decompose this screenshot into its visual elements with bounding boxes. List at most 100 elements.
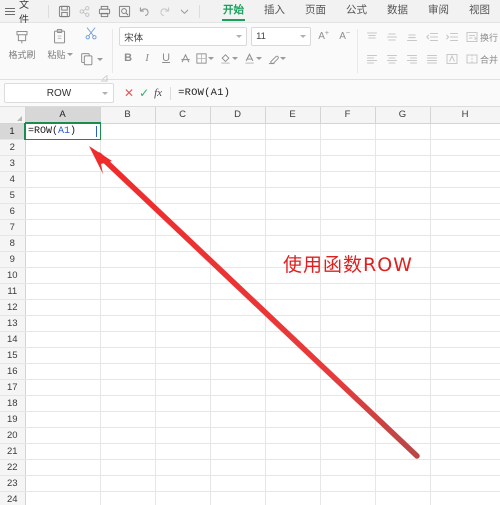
- wrap-text-button[interactable]: 换行: [465, 30, 498, 44]
- cell-E2[interactable]: [265, 139, 321, 156]
- cell-B13[interactable]: [100, 315, 156, 332]
- clear-format-button[interactable]: [267, 49, 287, 67]
- cell-D5[interactable]: [210, 187, 266, 204]
- cell-D16[interactable]: [210, 363, 266, 380]
- cell-D23[interactable]: [210, 475, 266, 492]
- cut-button[interactable]: [83, 25, 100, 47]
- chevron-down-icon[interactable]: [97, 57, 103, 61]
- cell-A4[interactable]: [25, 171, 101, 188]
- cell-B9[interactable]: [100, 251, 156, 268]
- font-family-select[interactable]: 宋体: [119, 27, 248, 46]
- row-header-11[interactable]: 11: [0, 283, 26, 300]
- merge-cells-button[interactable]: 合并: [465, 52, 498, 66]
- cell-H3[interactable]: [430, 155, 500, 172]
- cell-D4[interactable]: [210, 171, 266, 188]
- row-header-17[interactable]: 17: [0, 379, 26, 396]
- cell-B2[interactable]: [100, 139, 156, 156]
- row-header-1[interactable]: 1: [0, 123, 26, 140]
- cell-B5[interactable]: [100, 187, 156, 204]
- cell-A18[interactable]: [25, 395, 101, 412]
- cell-F3[interactable]: [320, 155, 376, 172]
- cell-C18[interactable]: [155, 395, 211, 412]
- cell-G2[interactable]: [375, 139, 431, 156]
- cell-D15[interactable]: [210, 347, 266, 364]
- cell-F20[interactable]: [320, 427, 376, 444]
- cell-E24[interactable]: [265, 491, 321, 505]
- cell-G16[interactable]: [375, 363, 431, 380]
- cell-H11[interactable]: [430, 283, 500, 300]
- cell-C5[interactable]: [155, 187, 211, 204]
- cell-C10[interactable]: [155, 267, 211, 284]
- cell-D13[interactable]: [210, 315, 266, 332]
- strikethrough-button[interactable]: [176, 49, 194, 67]
- row-header-8[interactable]: 8: [0, 235, 26, 252]
- align-top-icon[interactable]: [363, 28, 381, 46]
- cell-F21[interactable]: [320, 443, 376, 460]
- row-header-13[interactable]: 13: [0, 315, 26, 332]
- cell-A13[interactable]: [25, 315, 101, 332]
- cell-A14[interactable]: [25, 331, 101, 348]
- cell-D17[interactable]: [210, 379, 266, 396]
- cell-C14[interactable]: [155, 331, 211, 348]
- chevron-down-icon[interactable]: [208, 56, 215, 60]
- column-header-c[interactable]: C: [155, 107, 211, 124]
- cell-C1[interactable]: [155, 123, 211, 140]
- increase-font-size-button[interactable]: A +: [315, 28, 332, 45]
- row-header-3[interactable]: 3: [0, 155, 26, 172]
- tab-review[interactable]: 审阅: [418, 0, 459, 22]
- name-box[interactable]: ROW: [4, 83, 114, 103]
- cell-A16[interactable]: [25, 363, 101, 380]
- cell-A24[interactable]: [25, 491, 101, 505]
- cell-D2[interactable]: [210, 139, 266, 156]
- chevron-down-icon[interactable]: [66, 53, 73, 56]
- cell-B4[interactable]: [100, 171, 156, 188]
- cell-A2[interactable]: [25, 139, 101, 156]
- cell-H24[interactable]: [430, 491, 500, 505]
- cell-E4[interactable]: [265, 171, 321, 188]
- cell-E5[interactable]: [265, 187, 321, 204]
- cell-D9[interactable]: [210, 251, 266, 268]
- cell-H21[interactable]: [430, 443, 500, 460]
- cell-E21[interactable]: [265, 443, 321, 460]
- cell-A15[interactable]: [25, 347, 101, 364]
- cell-C2[interactable]: [155, 139, 211, 156]
- cell-D7[interactable]: [210, 219, 266, 236]
- cell-F6[interactable]: [320, 203, 376, 220]
- cell-B16[interactable]: [100, 363, 156, 380]
- undo-icon[interactable]: [134, 1, 154, 21]
- cell-E17[interactable]: [265, 379, 321, 396]
- row-header-21[interactable]: 21: [0, 443, 26, 460]
- cell-D24[interactable]: [210, 491, 266, 505]
- cell-D6[interactable]: [210, 203, 266, 220]
- cell-G7[interactable]: [375, 219, 431, 236]
- cell-H1[interactable]: [430, 123, 500, 140]
- cell-B11[interactable]: [100, 283, 156, 300]
- cell-F1[interactable]: [320, 123, 376, 140]
- cell-A1[interactable]: =ROW(A1): [25, 123, 101, 140]
- cell-G12[interactable]: [375, 299, 431, 316]
- copy-button[interactable]: [79, 51, 103, 67]
- cell-E19[interactable]: [265, 411, 321, 428]
- cell-F8[interactable]: [320, 235, 376, 252]
- increase-indent-icon[interactable]: [443, 28, 461, 46]
- decrease-indent-icon[interactable]: [423, 28, 441, 46]
- insert-function-icon[interactable]: fx: [154, 87, 162, 99]
- row-header-2[interactable]: 2: [0, 139, 26, 156]
- cell-C8[interactable]: [155, 235, 211, 252]
- redo-icon[interactable]: [154, 1, 174, 21]
- cell-G15[interactable]: [375, 347, 431, 364]
- cell-B14[interactable]: [100, 331, 156, 348]
- cell-F19[interactable]: [320, 411, 376, 428]
- cell-D8[interactable]: [210, 235, 266, 252]
- cell-F12[interactable]: [320, 299, 376, 316]
- cell-E23[interactable]: [265, 475, 321, 492]
- cell-F16[interactable]: [320, 363, 376, 380]
- fill-color-button[interactable]: [219, 49, 239, 67]
- cell-C15[interactable]: [155, 347, 211, 364]
- cell-D18[interactable]: [210, 395, 266, 412]
- cell-D3[interactable]: [210, 155, 266, 172]
- tab-insert[interactable]: 插入: [254, 0, 295, 22]
- cell-F5[interactable]: [320, 187, 376, 204]
- format-painter-button[interactable]: 格式刷: [3, 23, 41, 61]
- cell-G22[interactable]: [375, 459, 431, 476]
